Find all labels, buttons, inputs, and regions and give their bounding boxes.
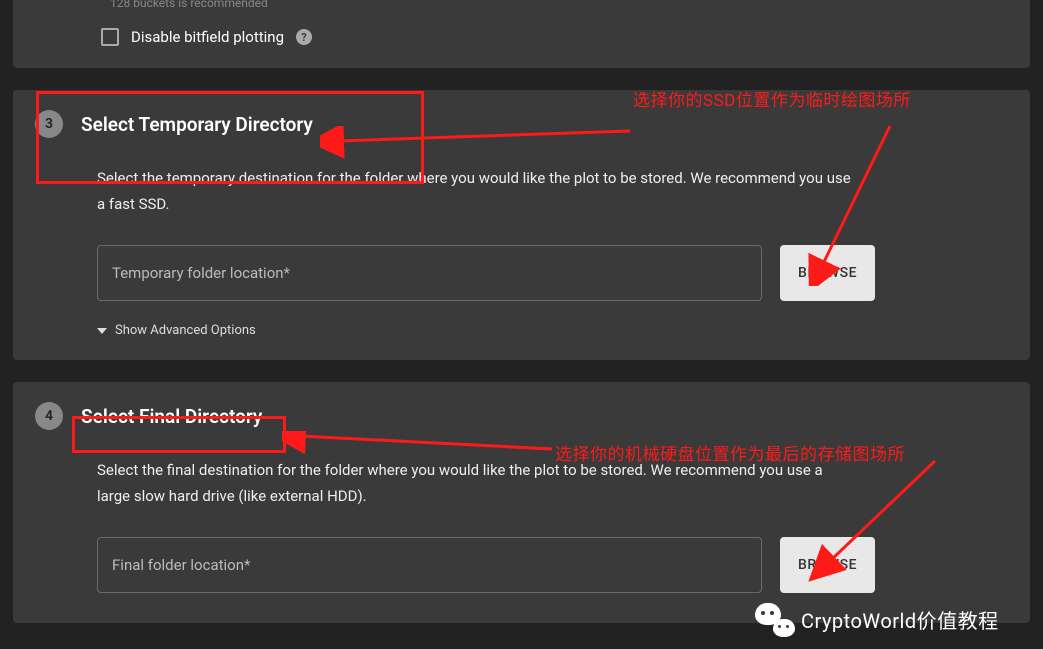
disable-bitfield-label: Disable bitfield plotting bbox=[131, 28, 284, 46]
step4-title: Select Final Directory bbox=[81, 405, 262, 428]
step3-body: Select the temporary destination for the… bbox=[97, 166, 1008, 338]
advanced-options-label: Show Advanced Options bbox=[115, 323, 256, 338]
browse-temp-button[interactable]: BROWSE bbox=[780, 245, 875, 301]
chevron-down-icon bbox=[97, 328, 107, 334]
step3-card: 3 Select Temporary Directory Select the … bbox=[13, 90, 1030, 360]
temporary-folder-input[interactable] bbox=[97, 245, 762, 301]
step3-header: 3 Select Temporary Directory bbox=[35, 110, 1008, 138]
buckets-recommendation-text: 128 buckets is recommended bbox=[110, 0, 1008, 10]
step3-input-row: BROWSE bbox=[97, 245, 1008, 301]
step4-input-row: BROWSE bbox=[97, 537, 1008, 593]
step4-card: 4 Select Final Directory Select the fina… bbox=[13, 382, 1030, 623]
step4-header: 4 Select Final Directory bbox=[35, 402, 1008, 430]
help-icon[interactable]: ? bbox=[296, 29, 312, 45]
step4-body: Select the final destination for the fol… bbox=[97, 458, 1008, 593]
step3-title: Select Temporary Directory bbox=[81, 113, 313, 136]
top-settings-card: 128 buckets is recommended Disable bitfi… bbox=[13, 0, 1030, 68]
step4-description: Select the final destination for the fol… bbox=[97, 458, 857, 509]
disable-bitfield-row: Disable bitfield plotting ? bbox=[101, 28, 1008, 46]
browse-final-button[interactable]: BROWSE bbox=[780, 537, 875, 593]
disable-bitfield-checkbox[interactable] bbox=[101, 28, 119, 46]
step3-description: Select the temporary destination for the… bbox=[97, 166, 857, 217]
step4-number-badge: 4 bbox=[35, 402, 63, 430]
step3-number-badge: 3 bbox=[35, 110, 63, 138]
final-folder-input[interactable] bbox=[97, 537, 762, 593]
advanced-options-toggle[interactable]: Show Advanced Options bbox=[97, 323, 1008, 338]
